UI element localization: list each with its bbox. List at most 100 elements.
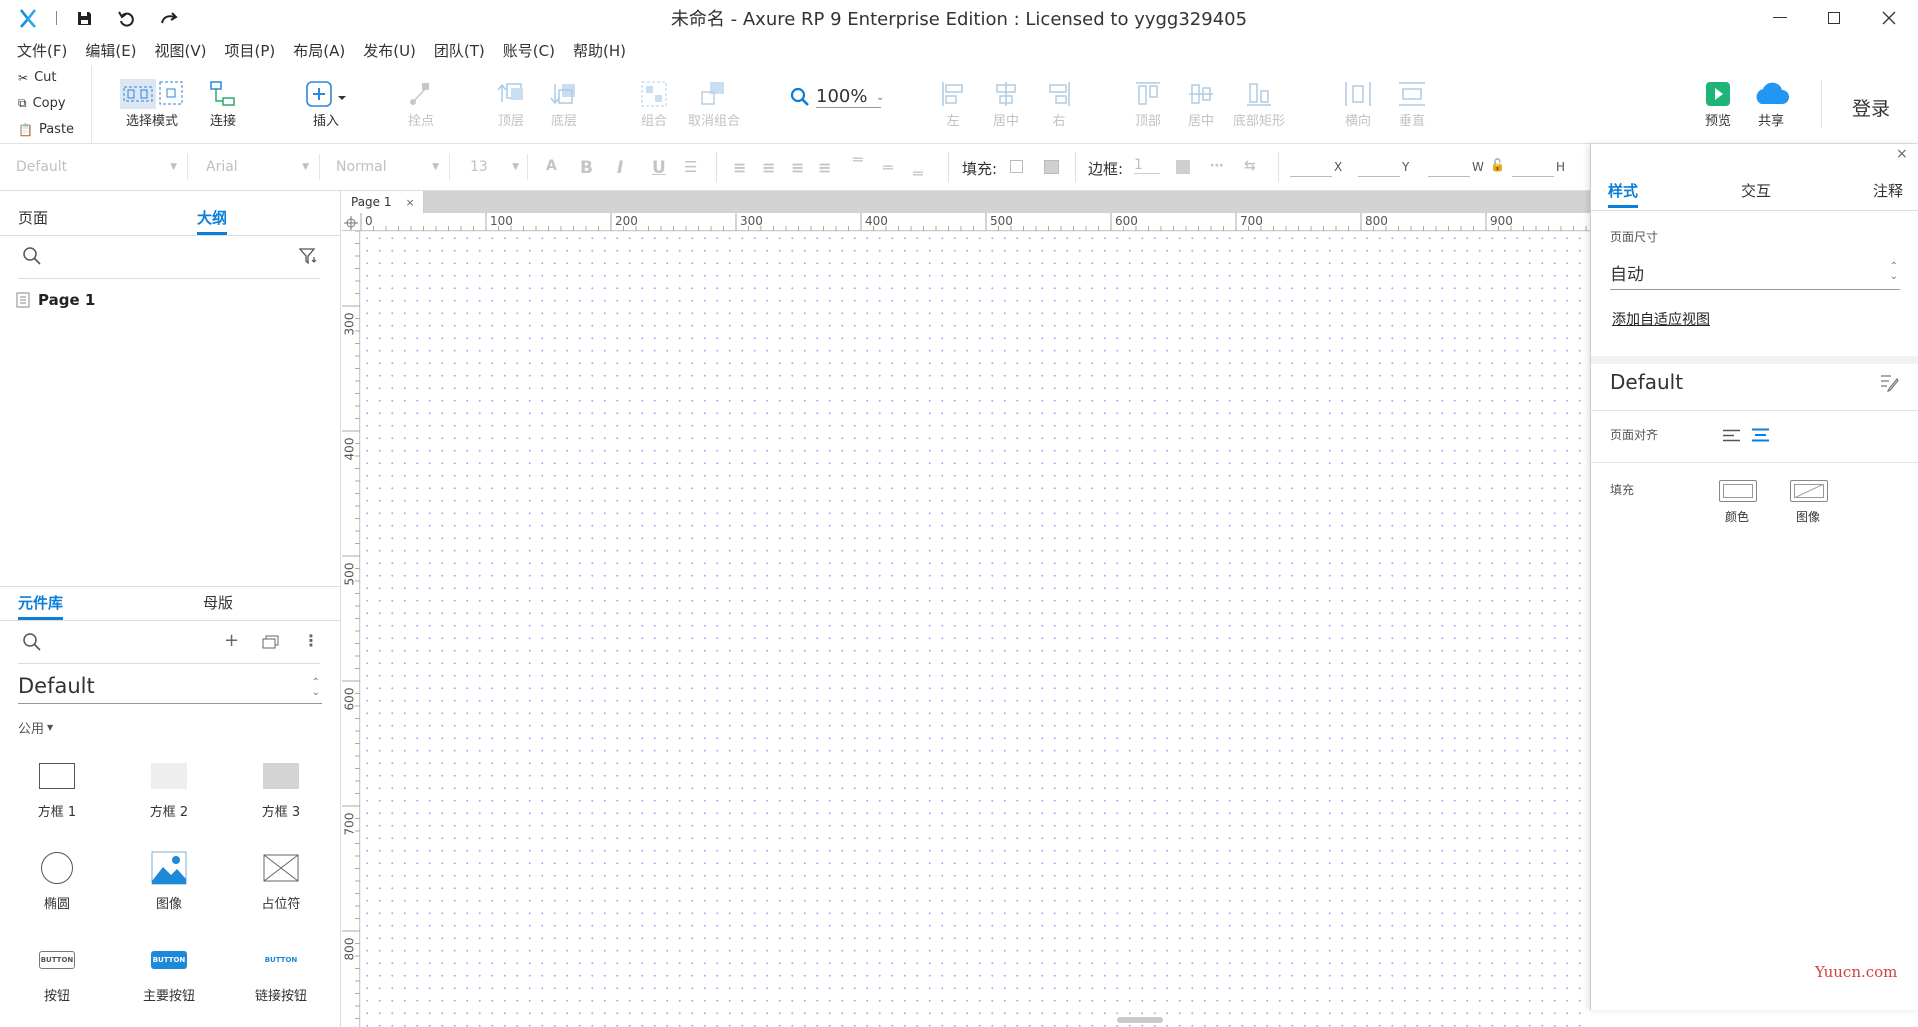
cut-button[interactable]: ✂ Cut	[18, 70, 56, 85]
send-back-button[interactable]: 底层	[550, 78, 578, 129]
page-align-center-icon[interactable]	[1752, 428, 1770, 443]
align-top-button[interactable]: 顶部	[1134, 78, 1162, 129]
menu-team[interactable]: 团队(T)	[425, 36, 494, 66]
widget-button[interactable]: BUTTON 按钮	[26, 935, 88, 1004]
fill-image-button[interactable]	[1790, 480, 1828, 502]
tab-notes[interactable]: 注释	[1873, 180, 1903, 201]
category-toggle[interactable]: 公用 ▼	[18, 718, 53, 737]
distribute-vertical-button[interactable]: 垂直	[1397, 78, 1427, 129]
border-width-input[interactable]: 1	[1134, 157, 1160, 174]
page-align-left-icon[interactable]	[1723, 429, 1741, 443]
add-library-icon[interactable]: +	[224, 630, 239, 651]
tab-style[interactable]: 样式	[1608, 180, 1639, 208]
page-tab[interactable]: Page 1 ×	[342, 191, 424, 213]
widget-box3[interactable]: 方框 3	[250, 751, 312, 820]
filter-icon[interactable]	[299, 248, 319, 264]
text-align-right-icon[interactable]: ≡	[791, 158, 804, 177]
border-style-icon[interactable]: ⋯	[1210, 158, 1224, 174]
widget-primary-button[interactable]: BUTTON 主要按钮	[138, 935, 200, 1004]
zoom-dropdown-icon[interactable]: ⌄	[876, 92, 884, 103]
italic-icon[interactable]: I	[617, 158, 623, 178]
bring-front-button[interactable]: 顶层	[497, 78, 525, 129]
widget-ellipse[interactable]: 椭圆	[26, 843, 88, 912]
insert-button[interactable]: 插入	[303, 78, 349, 129]
valign-bottom-icon[interactable]: ═	[913, 164, 923, 183]
bold-icon[interactable]: B	[580, 158, 593, 178]
design-canvas[interactable]	[361, 232, 1590, 1027]
library-copy-icon[interactable]	[262, 635, 280, 649]
widget-box2[interactable]: 方框 2	[138, 751, 200, 820]
lock-ratio-icon[interactable]: 🔓	[1490, 158, 1505, 172]
style-select[interactable]: Default ▼	[8, 154, 188, 180]
tab-outline[interactable]: 大纲	[197, 207, 228, 235]
connect-button[interactable]: 连接	[209, 78, 237, 129]
horizontal-scrollbar[interactable]	[1117, 1017, 1163, 1023]
fill-color-swatch[interactable]	[1010, 160, 1023, 173]
login-button[interactable]: 登录	[1852, 94, 1890, 121]
library-select[interactable]: Default ⌃ ⌄	[18, 674, 322, 704]
text-align-left-icon[interactable]: ≡	[733, 158, 746, 177]
menu-account[interactable]: 账号(C)	[494, 36, 564, 66]
copy-button[interactable]: ⧉ Copy	[18, 96, 66, 111]
menu-project[interactable]: 项目(P)	[216, 36, 285, 66]
menu-publish[interactable]: 发布(U)	[354, 36, 425, 66]
menu-help[interactable]: 帮助(H)	[564, 36, 635, 66]
group-button[interactable]: 组合	[640, 78, 668, 129]
edit-style-icon[interactable]	[1879, 372, 1899, 392]
align-middle-button[interactable]: 居中	[1187, 78, 1215, 129]
outline-page-item[interactable]: Page 1	[16, 291, 95, 309]
library-more-icon[interactable]: ⋮	[303, 631, 319, 650]
h-input[interactable]	[1512, 176, 1554, 177]
fill-color-button[interactable]	[1719, 480, 1757, 502]
arrow-style-icon[interactable]: ⇆	[1244, 158, 1256, 174]
w-input[interactable]	[1428, 176, 1470, 177]
menu-view[interactable]: 视图(V)	[146, 36, 216, 66]
align-center-button[interactable]: 居中	[993, 78, 1019, 129]
tab-library[interactable]: 元件库	[18, 592, 64, 620]
font-weight-select[interactable]: Normal ▼	[328, 154, 450, 180]
ruler-origin-icon[interactable]	[344, 216, 358, 230]
font-select[interactable]: Arial ▼	[198, 154, 320, 180]
widget-image[interactable]: 图像	[138, 843, 200, 912]
bullet-list-icon[interactable]: ☰	[684, 158, 697, 176]
text-align-center-icon[interactable]: ≡	[762, 158, 775, 177]
valign-middle-icon[interactable]: ═	[883, 158, 893, 177]
tab-interactions[interactable]: 交互	[1741, 180, 1771, 201]
menu-edit[interactable]: 编辑(E)	[76, 36, 145, 66]
x-input[interactable]	[1290, 176, 1332, 177]
widget-link-button[interactable]: BUTTON 链接按钮	[250, 935, 312, 1004]
valign-top-icon[interactable]: ═	[853, 150, 863, 169]
ungroup-button[interactable]: 取消组合	[688, 78, 740, 129]
share-button[interactable]: 共享	[1752, 78, 1790, 129]
shadow-swatch[interactable]	[1044, 160, 1059, 174]
widget-box1[interactable]: 方框 1	[26, 751, 88, 820]
distribute-horizontal-button[interactable]: 横向	[1343, 78, 1373, 129]
font-size-select[interactable]: 13 ▼	[462, 154, 528, 180]
tab-pages[interactable]: 页面	[18, 207, 48, 228]
library-search-icon[interactable]	[22, 632, 42, 652]
align-left-button[interactable]: 左	[940, 78, 966, 129]
tab-masters[interactable]: 母版	[203, 592, 233, 613]
menu-arrange[interactable]: 布局(A)	[284, 36, 354, 66]
zoom-control[interactable]: 100% ⌄	[790, 86, 884, 108]
align-bottom-button[interactable]: 底部矩形	[1233, 78, 1285, 129]
close-window-button[interactable]	[1882, 11, 1896, 25]
close-tab-icon[interactable]: ×	[406, 196, 415, 209]
align-right-button[interactable]: 右	[1046, 78, 1072, 129]
zoom-value[interactable]: 100%	[816, 86, 882, 108]
page-size-select[interactable]: 自动 ⌃ ⌄	[1610, 260, 1900, 290]
font-color-icon[interactable]: A	[546, 158, 557, 174]
preview-button[interactable]: 预览	[1705, 78, 1731, 129]
menu-file[interactable]: 文件(F)	[8, 36, 76, 66]
minimize-button[interactable]	[1773, 17, 1787, 18]
border-color-swatch[interactable]	[1176, 160, 1190, 174]
close-panel-icon[interactable]: ×	[1896, 146, 1908, 162]
restore-button[interactable]	[1828, 12, 1840, 24]
underline-icon[interactable]: U	[652, 158, 666, 178]
widget-placeholder[interactable]: 占位符	[250, 843, 312, 912]
point-button[interactable]: 拴点	[408, 78, 434, 129]
search-icon[interactable]	[22, 246, 42, 266]
select-mode-button[interactable]: 选择模式	[120, 78, 184, 129]
y-input[interactable]	[1358, 176, 1400, 177]
add-adaptive-view-link[interactable]: 添加自适应视图	[1612, 309, 1710, 329]
